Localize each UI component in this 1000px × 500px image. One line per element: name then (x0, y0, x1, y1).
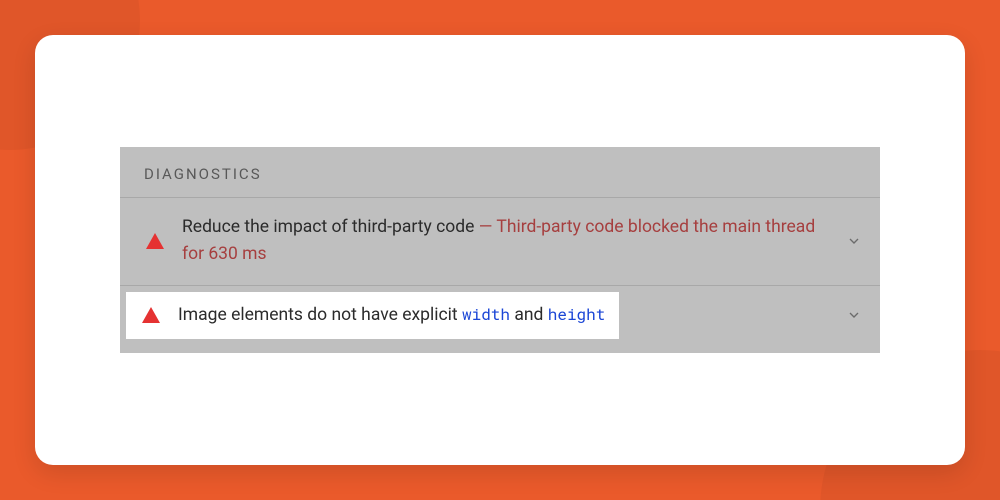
diagnostic-row-third-party-code[interactable]: Reduce the impact of third-party code — … (120, 197, 880, 284)
diagnostic-row-text: Reduce the impact of third-party code — … (182, 214, 830, 268)
diagnostic-separator: — (479, 217, 497, 237)
code-keyword-width: width (462, 304, 510, 325)
diagnostic-title-pre: Image elements do not have explicit (178, 305, 462, 325)
chevron-down-icon (846, 233, 862, 249)
diagnostics-panel-header: DIAGNOSTICS (120, 147, 880, 197)
diagnostics-panel: DIAGNOSTICS Reduce the impact of third-p… (120, 147, 880, 352)
diagnostic-title: Reduce the impact of third-party code (182, 217, 474, 237)
warning-triangle-icon (142, 307, 160, 323)
diagnostic-title-mid: and (510, 305, 548, 325)
diagnostic-row-highlight: Image elements do not have explicit widt… (126, 292, 619, 339)
warning-triangle-icon (146, 233, 164, 249)
code-keyword-height: height (548, 304, 606, 325)
diagnostic-row-text: Image elements do not have explicit widt… (178, 302, 605, 329)
chevron-down-icon (846, 307, 862, 323)
card-container: DIAGNOSTICS Reduce the impact of third-p… (35, 35, 965, 465)
diagnostic-row-image-dimensions[interactable]: Image elements do not have explicit widt… (120, 285, 880, 353)
